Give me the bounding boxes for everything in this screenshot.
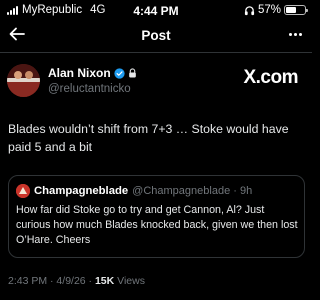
quoted-author-avatar bbox=[16, 184, 30, 198]
status-bar-right: 57% bbox=[244, 4, 308, 16]
post-text: Blades wouldn’t shift from 7+3 … Stoke w… bbox=[8, 122, 289, 154]
battery-percent: 57% bbox=[257, 4, 281, 16]
header-divider bbox=[0, 52, 312, 53]
page-title: Post bbox=[141, 28, 171, 43]
post-header: Post bbox=[0, 22, 312, 50]
post-meta: 2:43 PM · 4/9/26 · 15K Views bbox=[8, 275, 145, 287]
battery-fill bbox=[286, 7, 297, 13]
more-horizontal-icon[interactable] bbox=[289, 33, 302, 36]
quoted-post-text: How far did Stoke go to try and get Cann… bbox=[16, 204, 298, 246]
headphones-icon bbox=[244, 5, 255, 15]
quoted-post[interactable]: Champagneblade @Champagneblade · 9h How … bbox=[8, 175, 305, 258]
views-label: Views bbox=[114, 275, 145, 287]
author-handle[interactable]: @reluctantnicko bbox=[48, 83, 137, 95]
author-info: Alan Nixon @reluctantnicko bbox=[48, 66, 137, 95]
battery-icon bbox=[284, 5, 308, 15]
quoted-author-name: Champagneblade bbox=[34, 185, 129, 197]
status-bar: MyRepublic 4G 4:44 PM 57% bbox=[0, 0, 312, 22]
avatar[interactable] bbox=[7, 64, 40, 97]
author-name[interactable]: Alan Nixon bbox=[48, 66, 111, 80]
views-count: 15K bbox=[94, 275, 115, 287]
quoted-author-handle: @Champagneblade · 9h bbox=[132, 185, 253, 197]
quoted-post-header: Champagneblade @Champagneblade · 9h bbox=[16, 184, 252, 198]
lock-icon bbox=[128, 68, 136, 78]
source-logo: X.com bbox=[243, 67, 298, 88]
post-datetime: 2:43 PM · 4/9/26 · bbox=[8, 275, 95, 287]
verified-badge-icon bbox=[114, 67, 125, 79]
